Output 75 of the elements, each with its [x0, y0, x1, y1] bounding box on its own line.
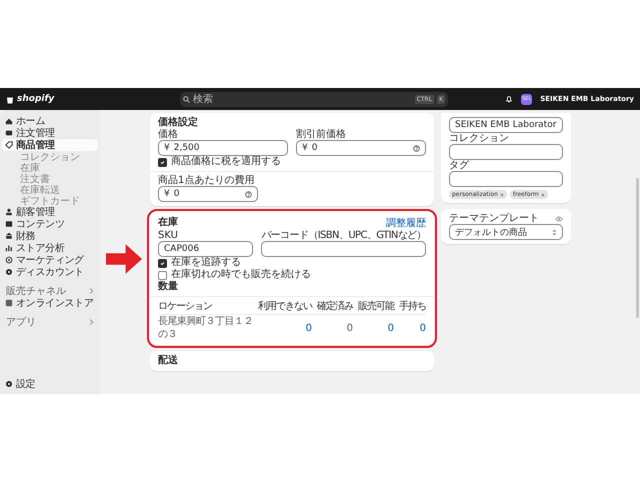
- updown-icon: [552, 228, 557, 236]
- field-label: SKU: [158, 230, 179, 241]
- nav-item[interactable]: ストア分析: [2, 242, 98, 254]
- nav-item[interactable]: オンラインストア: [2, 297, 98, 309]
- field-label: 割引前価格: [296, 129, 347, 140]
- checkbox[interactable]: [158, 158, 167, 166]
- person-icon: [5, 208, 13, 216]
- field-label: バーコード（ISBN、UPC、GTINなど）: [261, 230, 426, 241]
- eye-icon: [555, 216, 563, 222]
- field-label: 価格: [158, 129, 179, 140]
- close-icon: [540, 192, 545, 196]
- input-field[interactable]: CAP006: [158, 241, 254, 257]
- card-title: 在庫: [158, 217, 178, 229]
- input-field[interactable]: [449, 171, 563, 187]
- home-icon: [5, 117, 13, 125]
- field-label: テーマテンプレート: [449, 213, 539, 224]
- column-header: 確定済み: [317, 300, 353, 314]
- section-title: アプリ: [6, 316, 36, 329]
- help-icon: [413, 144, 420, 152]
- checkbox-label: 在庫を追跡する: [171, 257, 241, 268]
- column-header: 利用できない: [258, 300, 312, 314]
- section-title: 販売チャネル: [6, 284, 66, 298]
- nav-item[interactable]: 顧客管理: [2, 206, 98, 218]
- close-icon: [500, 192, 504, 196]
- nav-item[interactable]: 設定: [2, 378, 98, 390]
- field-label: 商品1点あたりの費用: [158, 175, 256, 186]
- pointer-arrow: [106, 244, 142, 274]
- checkbox[interactable]: [158, 270, 167, 280]
- checkbox-label: 在庫切れの時でも販売を続ける: [171, 269, 311, 281]
- help-icon: [245, 190, 252, 198]
- input-field[interactable]: [261, 241, 426, 257]
- section-header[interactable]: 販売チャネル: [2, 285, 98, 297]
- select-field[interactable]: デフォルトの商品: [449, 224, 563, 240]
- chevron-icon: [89, 319, 94, 325]
- input-field[interactable]: [449, 144, 563, 160]
- bell-icon: [505, 95, 514, 103]
- column-header: ロケーション: [158, 300, 213, 314]
- checkbox[interactable]: [158, 258, 167, 268]
- logo: shopify: [6, 94, 172, 104]
- section-header[interactable]: アプリ: [2, 316, 98, 328]
- nav-item[interactable]: マーケティング: [2, 254, 98, 266]
- table-cell: 長尾東興町３丁目１２の３: [158, 315, 253, 341]
- search-icon: [183, 96, 190, 102]
- section-title: 数量: [158, 281, 179, 293]
- input-field[interactable]: ¥ 0: [296, 140, 426, 156]
- card-title: 配送: [158, 355, 179, 367]
- nav-item[interactable]: ディスカウント: [2, 266, 98, 278]
- input-field[interactable]: SEIKEN EMB Laborator: [449, 117, 563, 133]
- bank-icon: [5, 232, 13, 240]
- chevron-icon: [89, 288, 94, 294]
- nav-item[interactable]: 注文管理: [2, 127, 98, 139]
- nav-item[interactable]: 財務: [2, 230, 98, 242]
- column-header: 手持ち: [399, 300, 426, 314]
- nav-item[interactable]: ホーム: [2, 115, 98, 127]
- column-header: 販売可能: [358, 300, 394, 314]
- bar-chart-icon: [5, 244, 13, 252]
- checkbox-label: 商品価格に税を適用する: [171, 156, 281, 168]
- scrollbar[interactable]: [636, 178, 639, 318]
- table-cell-text: 0: [346, 322, 353, 334]
- table-cell[interactable]: 0: [358, 322, 394, 334]
- table-cell[interactable]: 0: [399, 322, 426, 334]
- target-icon: [5, 256, 13, 264]
- nav-item[interactable]: コンテンツ: [2, 218, 98, 230]
- tag-icon: [5, 141, 13, 149]
- card-title: 価格設定: [158, 117, 199, 128]
- input-field[interactable]: ¥ 0: [158, 186, 258, 202]
- check-icon: [160, 260, 165, 266]
- shopping-bag-icon: [6, 94, 14, 104]
- history-link[interactable]: 調整履歴: [386, 216, 426, 230]
- nav-item[interactable]: 商品管理: [2, 139, 98, 151]
- check-icon: [160, 160, 165, 164]
- input-field[interactable]: ¥ 2,500: [158, 140, 288, 156]
- field-label: コレクション: [449, 133, 510, 144]
- field-label: タグ: [449, 160, 470, 171]
- table-cell[interactable]: 0: [258, 322, 312, 334]
